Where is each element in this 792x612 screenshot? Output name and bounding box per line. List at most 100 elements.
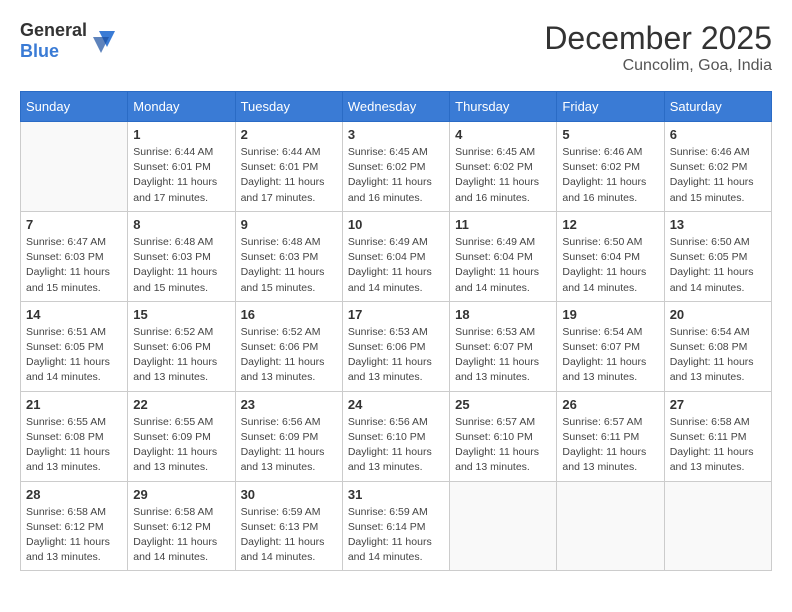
day-info: Sunrise: 6:49 AMSunset: 6:04 PMDaylight:… bbox=[455, 235, 551, 296]
day-info: Sunrise: 6:58 AMSunset: 6:12 PMDaylight:… bbox=[133, 505, 229, 566]
calendar-cell: 11 Sunrise: 6:49 AMSunset: 6:04 PMDayligh… bbox=[450, 211, 557, 301]
week-row-1: 1 Sunrise: 6:44 AMSunset: 6:01 PMDaylight… bbox=[21, 122, 772, 212]
day-info: Sunrise: 6:47 AMSunset: 6:03 PMDaylight:… bbox=[26, 235, 122, 296]
calendar-cell bbox=[557, 481, 664, 571]
day-info: Sunrise: 6:45 AMSunset: 6:02 PMDaylight:… bbox=[455, 145, 551, 206]
day-info: Sunrise: 6:56 AMSunset: 6:10 PMDaylight:… bbox=[348, 415, 444, 476]
calendar-cell: 21 Sunrise: 6:55 AMSunset: 6:08 PMDayligh… bbox=[21, 391, 128, 481]
day-number: 26 bbox=[562, 397, 658, 412]
day-number: 31 bbox=[348, 487, 444, 502]
calendar-cell: 31Sunrise: 6:59 AMSunset: 6:14 PMDayligh… bbox=[342, 481, 449, 571]
day-number: 21 bbox=[26, 397, 122, 412]
calendar-cell: 14Sunrise: 6:51 AMSunset: 6:05 PMDayligh… bbox=[21, 301, 128, 391]
calendar-cell bbox=[664, 481, 771, 571]
calendar-cell: 22 Sunrise: 6:55 AMSunset: 6:09 PMDayligh… bbox=[128, 391, 235, 481]
day-number: 12 bbox=[562, 217, 658, 232]
calendar-cell: 5Sunrise: 6:46 AMSunset: 6:02 PMDaylight… bbox=[557, 122, 664, 212]
calendar-cell: 10 Sunrise: 6:49 AMSunset: 6:04 PMDayligh… bbox=[342, 211, 449, 301]
day-number: 10 bbox=[348, 217, 444, 232]
day-info: Sunrise: 6:55 AMSunset: 6:08 PMDaylight:… bbox=[26, 415, 122, 476]
weekday-header-wednesday: Wednesday bbox=[342, 92, 449, 122]
day-info: Sunrise: 6:55 AMSunset: 6:09 PMDaylight:… bbox=[133, 415, 229, 476]
calendar-cell: 17 Sunrise: 6:53 AMSunset: 6:06 PMDayligh… bbox=[342, 301, 449, 391]
weekday-header-thursday: Thursday bbox=[450, 92, 557, 122]
day-number: 17 bbox=[348, 307, 444, 322]
day-number: 22 bbox=[133, 397, 229, 412]
calendar-cell: 7Sunrise: 6:47 AMSunset: 6:03 PMDaylight… bbox=[21, 211, 128, 301]
day-info: Sunrise: 6:53 AMSunset: 6:06 PMDaylight:… bbox=[348, 325, 444, 386]
month-title: December 2025 bbox=[544, 20, 772, 57]
calendar-cell: 8 Sunrise: 6:48 AMSunset: 6:03 PMDaylight… bbox=[128, 211, 235, 301]
calendar-cell: 19 Sunrise: 6:54 AMSunset: 6:07 PMDayligh… bbox=[557, 301, 664, 391]
day-info: Sunrise: 6:58 AMSunset: 6:11 PMDaylight:… bbox=[670, 415, 766, 476]
day-info: Sunrise: 6:46 AMSunset: 6:02 PMDaylight:… bbox=[562, 145, 658, 206]
day-info: Sunrise: 6:58 AMSunset: 6:12 PMDaylight:… bbox=[26, 505, 122, 566]
page-header: General Blue December 2025 Cuncolim, Goa… bbox=[20, 20, 772, 75]
day-number: 2 bbox=[241, 127, 337, 142]
calendar-cell: 4 Sunrise: 6:45 AMSunset: 6:02 PMDaylight… bbox=[450, 122, 557, 212]
day-number: 8 bbox=[133, 217, 229, 232]
day-number: 11 bbox=[455, 217, 551, 232]
calendar-cell: 16Sunrise: 6:52 AMSunset: 6:06 PMDayligh… bbox=[235, 301, 342, 391]
calendar-cell bbox=[450, 481, 557, 571]
weekday-header-monday: Monday bbox=[128, 92, 235, 122]
day-number: 14 bbox=[26, 307, 122, 322]
day-info: Sunrise: 6:46 AMSunset: 6:02 PMDaylight:… bbox=[670, 145, 766, 206]
day-number: 18 bbox=[455, 307, 551, 322]
day-number: 20 bbox=[670, 307, 766, 322]
weekday-header-saturday: Saturday bbox=[664, 92, 771, 122]
calendar-cell: 20 Sunrise: 6:54 AMSunset: 6:08 PMDayligh… bbox=[664, 301, 771, 391]
logo-text: General Blue bbox=[20, 20, 87, 62]
day-info: Sunrise: 6:54 AMSunset: 6:08 PMDaylight:… bbox=[670, 325, 766, 386]
weekday-header-friday: Friday bbox=[557, 92, 664, 122]
calendar-cell: 12 Sunrise: 6:50 AMSunset: 6:04 PMDayligh… bbox=[557, 211, 664, 301]
calendar-cell: 24 Sunrise: 6:56 AMSunset: 6:10 PMDayligh… bbox=[342, 391, 449, 481]
calendar-cell: 18 Sunrise: 6:53 AMSunset: 6:07 PMDayligh… bbox=[450, 301, 557, 391]
day-info: Sunrise: 6:57 AMSunset: 6:11 PMDaylight:… bbox=[562, 415, 658, 476]
title-block: December 2025 Cuncolim, Goa, India bbox=[544, 20, 772, 75]
day-number: 27 bbox=[670, 397, 766, 412]
day-number: 23 bbox=[241, 397, 337, 412]
day-info: Sunrise: 6:49 AMSunset: 6:04 PMDaylight:… bbox=[348, 235, 444, 296]
calendar-cell: 26 Sunrise: 6:57 AMSunset: 6:11 PMDayligh… bbox=[557, 391, 664, 481]
day-number: 29 bbox=[133, 487, 229, 502]
day-info: Sunrise: 6:57 AMSunset: 6:10 PMDaylight:… bbox=[455, 415, 551, 476]
weekday-header-tuesday: Tuesday bbox=[235, 92, 342, 122]
calendar-cell: 29 Sunrise: 6:58 AMSunset: 6:12 PMDayligh… bbox=[128, 481, 235, 571]
day-number: 4 bbox=[455, 127, 551, 142]
week-row-3: 14Sunrise: 6:51 AMSunset: 6:05 PMDayligh… bbox=[21, 301, 772, 391]
day-info: Sunrise: 6:50 AMSunset: 6:04 PMDaylight:… bbox=[562, 235, 658, 296]
day-number: 25 bbox=[455, 397, 551, 412]
day-number: 24 bbox=[348, 397, 444, 412]
calendar-cell: 9Sunrise: 6:48 AMSunset: 6:03 PMDaylight… bbox=[235, 211, 342, 301]
day-number: 3 bbox=[348, 127, 444, 142]
day-info: Sunrise: 6:48 AMSunset: 6:03 PMDaylight:… bbox=[133, 235, 229, 296]
day-number: 9 bbox=[241, 217, 337, 232]
logo-icon bbox=[89, 27, 117, 55]
day-info: Sunrise: 6:54 AMSunset: 6:07 PMDaylight:… bbox=[562, 325, 658, 386]
calendar-cell: 1 Sunrise: 6:44 AMSunset: 6:01 PMDaylight… bbox=[128, 122, 235, 212]
calendar-cell: 13Sunrise: 6:50 AMSunset: 6:05 PMDayligh… bbox=[664, 211, 771, 301]
logo: General Blue bbox=[20, 20, 117, 62]
day-number: 16 bbox=[241, 307, 337, 322]
day-number: 30 bbox=[241, 487, 337, 502]
location-title: Cuncolim, Goa, India bbox=[544, 57, 772, 75]
day-info: Sunrise: 6:53 AMSunset: 6:07 PMDaylight:… bbox=[455, 325, 551, 386]
day-number: 6 bbox=[670, 127, 766, 142]
calendar-cell: 23 Sunrise: 6:56 AMSunset: 6:09 PMDayligh… bbox=[235, 391, 342, 481]
calendar-cell: 30Sunrise: 6:59 AMSunset: 6:13 PMDayligh… bbox=[235, 481, 342, 571]
day-number: 1 bbox=[133, 127, 229, 142]
day-info: Sunrise: 6:56 AMSunset: 6:09 PMDaylight:… bbox=[241, 415, 337, 476]
day-number: 15 bbox=[133, 307, 229, 322]
day-info: Sunrise: 6:44 AMSunset: 6:01 PMDaylight:… bbox=[133, 145, 229, 206]
day-number: 19 bbox=[562, 307, 658, 322]
logo-general: General bbox=[20, 20, 87, 40]
calendar-table: SundayMondayTuesdayWednesdayThursdayFrid… bbox=[20, 91, 772, 571]
day-info: Sunrise: 6:44 AMSunset: 6:01 PMDaylight:… bbox=[241, 145, 337, 206]
week-row-2: 7Sunrise: 6:47 AMSunset: 6:03 PMDaylight… bbox=[21, 211, 772, 301]
calendar-cell: 15Sunrise: 6:52 AMSunset: 6:06 PMDayligh… bbox=[128, 301, 235, 391]
day-info: Sunrise: 6:50 AMSunset: 6:05 PMDaylight:… bbox=[670, 235, 766, 296]
day-info: Sunrise: 6:45 AMSunset: 6:02 PMDaylight:… bbox=[348, 145, 444, 206]
week-row-4: 21 Sunrise: 6:55 AMSunset: 6:08 PMDayligh… bbox=[21, 391, 772, 481]
logo-blue: Blue bbox=[20, 41, 59, 61]
